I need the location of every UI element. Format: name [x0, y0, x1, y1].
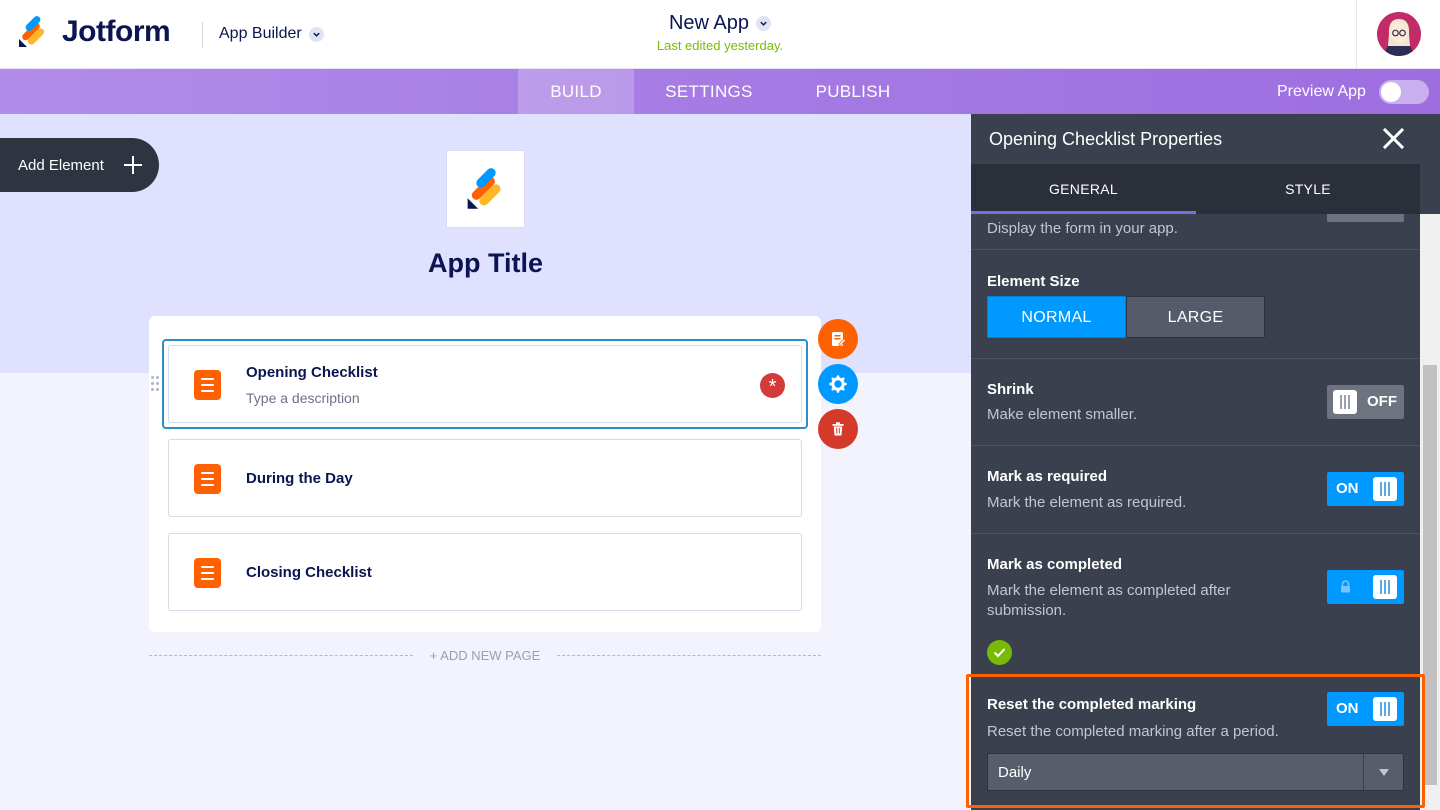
panel-tabs: GENERAL STYLE [971, 164, 1420, 214]
element-size-property: Element Size NORMAL LARGE [971, 250, 1420, 359]
last-edited-status: Last edited yesterday. [656, 38, 784, 53]
add-element-button[interactable]: Add Element [0, 138, 159, 192]
form-icon [194, 370, 221, 400]
panel-header: Opening Checklist Properties [971, 114, 1420, 164]
add-element-label: Add Element [18, 156, 104, 174]
jotform-app-icon [467, 168, 501, 209]
close-icon[interactable] [1382, 127, 1404, 149]
edit-form-icon [832, 332, 847, 346]
main-nav: BUILD SETTINGS PUBLISH Preview App [0, 69, 1440, 114]
shrink-title: Shrink [987, 381, 1034, 398]
mark-required-desc: Mark the element as required. [987, 494, 1187, 511]
required-asterisk-icon: * [760, 373, 785, 398]
element-size-title: Element Size [987, 273, 1080, 290]
edit-form-button[interactable] [818, 319, 858, 359]
element-settings-button[interactable] [818, 364, 858, 404]
form-icon [194, 558, 221, 588]
display-form-property: Display the form in your app. [971, 214, 1420, 250]
panel-scrollbar-thumb[interactable] [1423, 365, 1437, 785]
panel-title: Opening Checklist Properties [989, 129, 1223, 149]
mark-required-property: Mark as required Mark the element as req… [971, 446, 1420, 534]
preview-app-label: Preview App [1277, 83, 1366, 100]
list-item[interactable]: During the Day [168, 439, 802, 517]
trash-icon [832, 422, 844, 436]
add-new-page[interactable]: + ADD NEW PAGE [149, 647, 821, 663]
size-large-button[interactable]: LARGE [1126, 296, 1265, 338]
mark-completed-title: Mark as completed [987, 556, 1123, 573]
shrink-desc: Make element smaller. [987, 406, 1138, 423]
item-description: Type a description [246, 390, 360, 406]
user-avatar[interactable] [1377, 12, 1421, 56]
checkmark-icon [987, 640, 1012, 665]
delete-element-button[interactable] [818, 409, 858, 449]
tab-style[interactable]: STYLE [1196, 164, 1420, 214]
mark-required-toggle[interactable]: ON [1327, 472, 1404, 506]
list-item[interactable]: Opening Checklist Type a description [168, 345, 802, 423]
add-new-page-label: + ADD NEW PAGE [429, 648, 541, 663]
gear-icon [829, 375, 847, 393]
toggle-grip [1333, 390, 1357, 414]
top-header: Jotform App Builder New App Last edited … [0, 0, 1440, 69]
tab-settings[interactable]: SETTINGS [634, 69, 784, 114]
app-title[interactable]: App Title [0, 248, 971, 279]
item-title: During the Day [246, 470, 353, 487]
lock-icon [1341, 580, 1350, 593]
item-title: Opening Checklist [246, 364, 378, 381]
tab-build[interactable]: BUILD [518, 69, 634, 114]
header-separator [1356, 0, 1357, 69]
item-title: Closing Checklist [246, 564, 372, 581]
toggle-state: OFF [1367, 393, 1397, 410]
mark-completed-toggle[interactable] [1327, 570, 1404, 604]
tab-general[interactable]: GENERAL [971, 164, 1196, 214]
shrink-toggle[interactable]: OFF [1327, 385, 1404, 419]
form-icon [194, 464, 221, 494]
drag-handle-icon[interactable] [151, 376, 161, 392]
app-name-switcher[interactable]: New App [668, 12, 772, 35]
toggle-state: ON [1336, 480, 1359, 497]
app-name-block: New App Last edited yesterday. [0, 12, 1440, 53]
toggle-knob [1381, 82, 1401, 102]
toggle-grip [1373, 575, 1397, 599]
app-name: New App [668, 12, 750, 34]
list-item[interactable]: Closing Checklist [168, 533, 802, 611]
highlight-box [966, 674, 1425, 808]
size-normal-button[interactable]: NORMAL [987, 296, 1126, 338]
display-form-toggle[interactable] [1327, 214, 1404, 222]
shrink-property: Shrink Make element smaller. OFF [971, 359, 1420, 446]
chevron-down-icon [756, 16, 772, 31]
tab-publish[interactable]: PUBLISH [784, 69, 922, 114]
avatar-illustration-icon [1377, 12, 1421, 56]
mark-completed-property: Mark as completed Mark the element as co… [971, 534, 1420, 674]
app-icon[interactable] [446, 150, 525, 228]
mark-required-title: Mark as required [987, 468, 1108, 485]
toggle-grip [1373, 477, 1397, 501]
plus-icon [123, 156, 142, 174]
mark-completed-desc: Mark the element as completed after subm… [987, 582, 1231, 619]
preview-app-toggle[interactable] [1379, 80, 1429, 104]
display-form-desc: Display the form in your app. [987, 220, 1178, 237]
